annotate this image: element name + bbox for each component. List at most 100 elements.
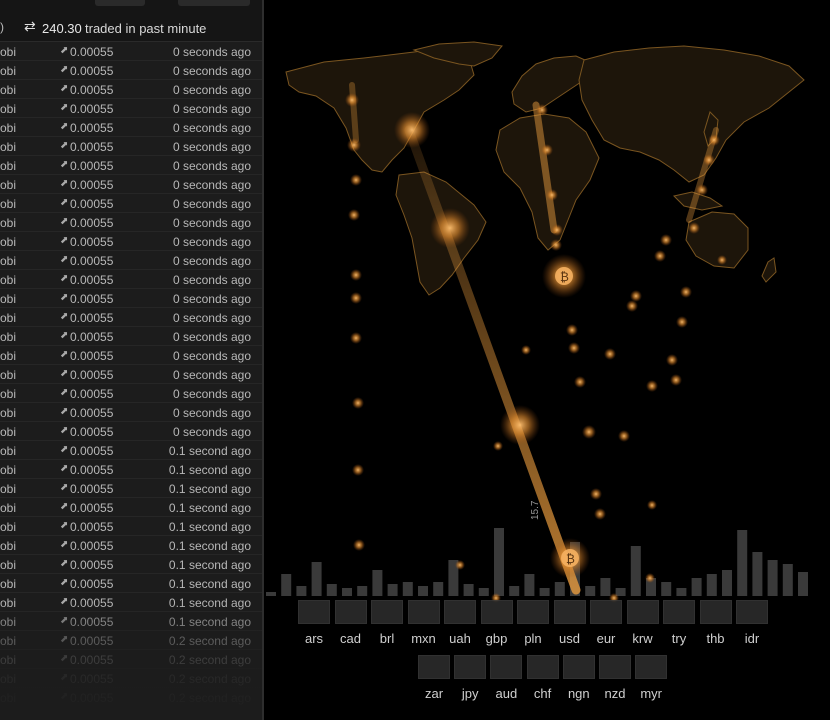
currency-jpy[interactable]: jpy [452,655,488,701]
volume-bar [524,574,535,596]
currency-gbp[interactable]: gbp [479,600,515,646]
currency-uah[interactable]: uah [442,600,478,646]
volume-bar [630,546,641,596]
flag-icon [626,600,659,624]
currency-mxn[interactable]: mxn [406,600,442,646]
trade-exchange: obi [0,292,17,306]
currency-pln[interactable]: pln [515,600,551,646]
trade-amount: 0.00055 [70,482,114,496]
trade-exchange: obi [0,178,17,192]
trade-amount: 0.00055 [70,197,114,211]
trade-glow [350,292,362,304]
trade-amount: 0.00055 [70,501,114,515]
trade-exchange: obi [0,501,17,515]
trade-time: 0 seconds ago [172,273,251,287]
volume-bar [706,574,717,596]
currency-label: gbp [485,631,508,646]
trade-amount: 0.00055 [70,64,114,78]
trade-exchange: obi [0,425,17,439]
arrow-icon: ⬈ [60,558,69,569]
currency-label: myr [640,686,663,701]
arrow-icon: ⬈ [60,235,69,246]
arrow-icon: ⬈ [60,444,69,455]
trade-row: obi ⬈ 0.00055 0.1 second ago [0,612,262,631]
trade-time: 0.1 second ago [168,501,251,515]
volume-bar [509,586,520,596]
trade-row: obi ⬈ 0.00055 0 seconds ago [0,384,262,403]
currency-cad[interactable]: cad [333,600,369,646]
arrow-icon: ⬈ [60,121,69,132]
currency-chf[interactable]: chf [525,655,561,701]
currency-label: zar [424,686,444,701]
trade-time: 0 seconds ago [172,406,251,420]
trade-glow [347,138,361,152]
flag-icon [480,600,513,624]
trade-time: 0.1 second ago [168,482,251,496]
traded-caption: traded in past minute [85,21,207,36]
trade-amount: 0.00055 [70,216,114,230]
volume-bar [387,584,398,596]
currency-krw[interactable]: krw [625,600,661,646]
arrow-icon: ⬈ [60,672,69,683]
trade-glow [582,425,596,439]
trade-exchange: obi [0,83,17,97]
continent-asia [578,45,805,183]
currency-brl[interactable]: brl [369,600,405,646]
volume-bar [554,582,565,596]
volume-bar [798,572,808,596]
arrow-icon: ⬈ [60,216,69,227]
currency-label: krw [632,631,653,646]
trade-row: obi ⬈ 0.00055 0 seconds ago [0,308,262,327]
currency-idr[interactable]: idr [734,600,770,646]
currency-label: aud [495,686,518,701]
trade-glow [353,539,365,551]
trade-time: 0.2 second ago [168,653,251,667]
trade-exchange: obi [0,577,17,591]
currency-ars[interactable]: ars [296,600,332,646]
volume-bar [311,562,322,596]
currency-eur[interactable]: eur [588,600,624,646]
trade-exchange: obi [0,216,17,230]
trade-exchange: obi [0,368,17,382]
trade-row: obi ⬈ 0.00055 0.1 second ago [0,536,262,555]
trade-glow [350,174,362,186]
trade-amount: 0.00055 [70,178,114,192]
trade-row: obi ⬈ 0.00055 0 seconds ago [0,346,262,365]
trade-time: 0.1 second ago [168,520,251,534]
trade-amount: 0.00055 [70,235,114,249]
header-control-1[interactable] [95,0,145,6]
currency-zar[interactable]: zar [416,655,452,701]
trade-row: obi ⬈ 0.00055 0 seconds ago [0,365,262,384]
currency-thb[interactable]: thb [698,600,734,646]
currency-aud[interactable]: aud [488,655,524,701]
trade-amount: 0.00055 [70,520,114,534]
continent-north-america [285,47,475,173]
arrow-icon: ⬈ [60,501,69,512]
volume-bar [585,586,596,596]
currency-label: nzd [604,686,626,701]
trade-amount: 0.00055 [70,349,114,363]
currency-label: uah [449,631,471,646]
arrow-icon: ⬈ [60,102,69,113]
header-control-2[interactable] [178,0,250,6]
trade-row: obi ⬈ 0.00055 0.1 second ago [0,555,262,574]
trade-row: obi ⬈ 0.00055 0 seconds ago [0,289,262,308]
trade-row: obi ⬈ 0.00055 0 seconds ago [0,194,262,213]
trade-time: 0 seconds ago [172,425,251,439]
currency-ngn[interactable]: ngn [561,655,597,701]
flag-icon [635,655,668,679]
trade-exchange: obi [0,406,17,420]
trade-exchange: obi [0,197,17,211]
trade-amount: 0.00055 [70,273,114,287]
currency-nzd[interactable]: nzd [597,655,633,701]
trade-glow [618,430,630,442]
trade-time: 0 seconds ago [172,121,251,135]
currency-usd[interactable]: usd [552,600,588,646]
trade-glow [646,380,658,392]
trade-glow [670,374,682,386]
trade-glow [566,324,578,336]
currency-myr[interactable]: myr [633,655,669,701]
currency-try[interactable]: try [661,600,697,646]
arrow-icon: ⬈ [60,311,69,322]
volume-bar [478,588,489,596]
